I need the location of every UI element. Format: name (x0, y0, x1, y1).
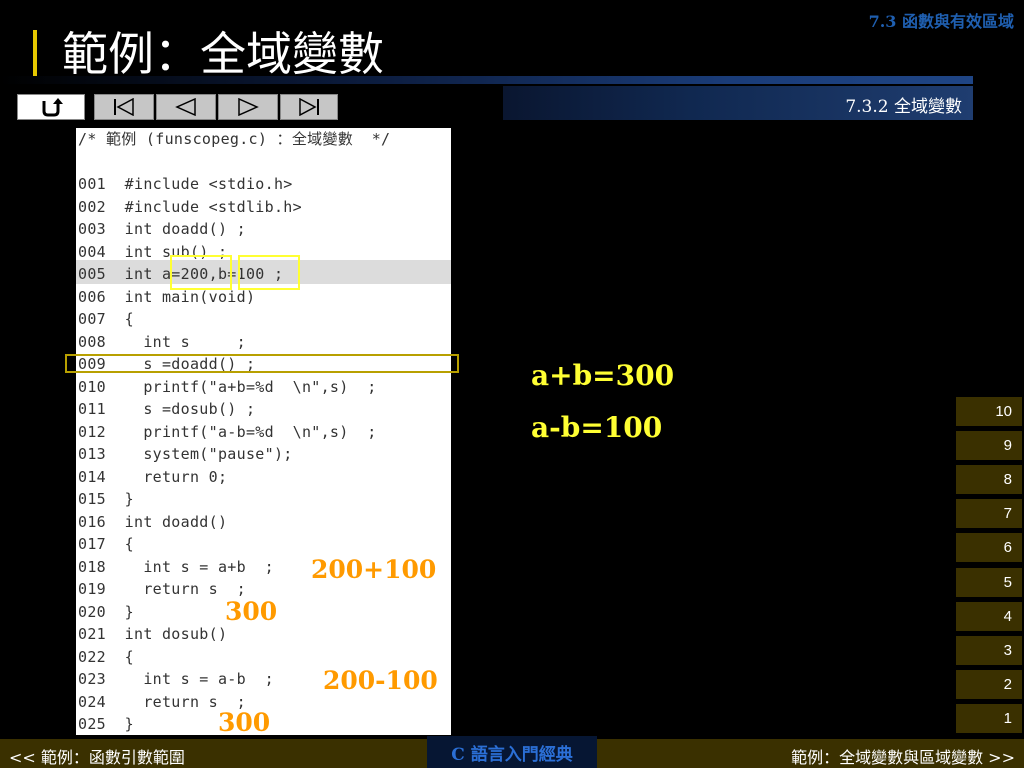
output-sum-line: a+b=300 (531, 359, 675, 392)
page-button-8[interactable]: 8 (956, 465, 1022, 495)
page-button-3[interactable]: 3 (956, 635, 1022, 665)
header-divider (0, 76, 973, 84)
code-line: 010 printf("a+b=%d \n",s) ; (78, 377, 377, 396)
return-arrow-icon (42, 98, 63, 117)
output-diff-line: a-b=100 (531, 411, 663, 444)
code-line: 008 int s ; (78, 332, 246, 351)
page-title: 範例：全域變數 (62, 27, 384, 81)
subsection-title: 7.3.2 全域變數 (845, 97, 962, 117)
footer-next-link[interactable]: 範例：全域變數與區域變數 >> (791, 744, 1015, 768)
title-accent-bar (33, 30, 37, 80)
code-line: 013 system("pause"); (78, 445, 293, 463)
code-line: 006 int main(void) (78, 287, 256, 306)
last-slide-button[interactable] (280, 94, 338, 120)
code-line: 017 { (78, 535, 134, 553)
code-line: 014 return 0; (78, 467, 228, 486)
code-line: 015 } (78, 490, 134, 508)
highlight-box-a (170, 255, 232, 290)
page-button-9[interactable]: 9 (956, 431, 1022, 461)
footer-book-title: C 語言入門經典 (451, 745, 573, 765)
code-line: 021 int dosub() (78, 625, 228, 643)
code-line: 004 int sub() ; (78, 242, 228, 261)
code-line: 007 { (78, 310, 134, 328)
annotation-add-result: 300 (225, 597, 278, 626)
code-line: 005 int a=200,b=100 ; (78, 265, 284, 283)
annotation-add-expr: 200+100 (311, 555, 437, 584)
previous-triangle-icon (175, 98, 196, 116)
code-line: /* 範例 (funscopeg.c) ：全域變數 */ (78, 130, 391, 148)
code-line: 001 #include <stdio.h> (78, 175, 293, 193)
skip-to-first-icon (114, 98, 134, 116)
page-button-5[interactable]: 5 (956, 567, 1022, 597)
code-line: 011 s =dosub() ; (78, 400, 256, 418)
code-line: 012 printf("a-b=%d \n",s) ; (78, 422, 377, 441)
next-triangle-icon (238, 98, 259, 116)
code-listing: /* 範例 (funscopeg.c) ：全域變數 */ 001 #include… (78, 128, 390, 736)
code-line: 022 { (78, 647, 134, 666)
annotation-sub-result: 300 (218, 708, 271, 737)
return-button[interactable] (17, 94, 85, 120)
page-button-10[interactable]: 10 (956, 397, 1022, 426)
page-button-6[interactable]: 6 (956, 533, 1022, 563)
section-tag: 7.3 函數與有效區域 (868, 12, 1014, 31)
skip-to-last-icon (299, 98, 319, 116)
code-line: 002 #include <stdlib.h> (78, 197, 302, 216)
code-line: 016 int doadd() (78, 512, 228, 531)
highlight-box-line-009 (65, 354, 459, 373)
next-slide-button[interactable] (218, 94, 278, 120)
page-button-4[interactable]: 4 (956, 601, 1022, 631)
page-button-2[interactable]: 2 (956, 669, 1022, 699)
page-button-7[interactable]: 7 (956, 499, 1022, 529)
previous-slide-button[interactable] (156, 94, 216, 120)
footer-prev-link[interactable]: << 範例：函數引數範圍 (9, 744, 185, 768)
annotation-sub-expr: 200-100 (323, 666, 438, 695)
first-slide-button[interactable] (94, 94, 154, 120)
page-button-1[interactable]: 1 (956, 703, 1022, 733)
highlight-box-b (238, 255, 300, 290)
code-line: 003 int doadd() ; (78, 220, 246, 238)
